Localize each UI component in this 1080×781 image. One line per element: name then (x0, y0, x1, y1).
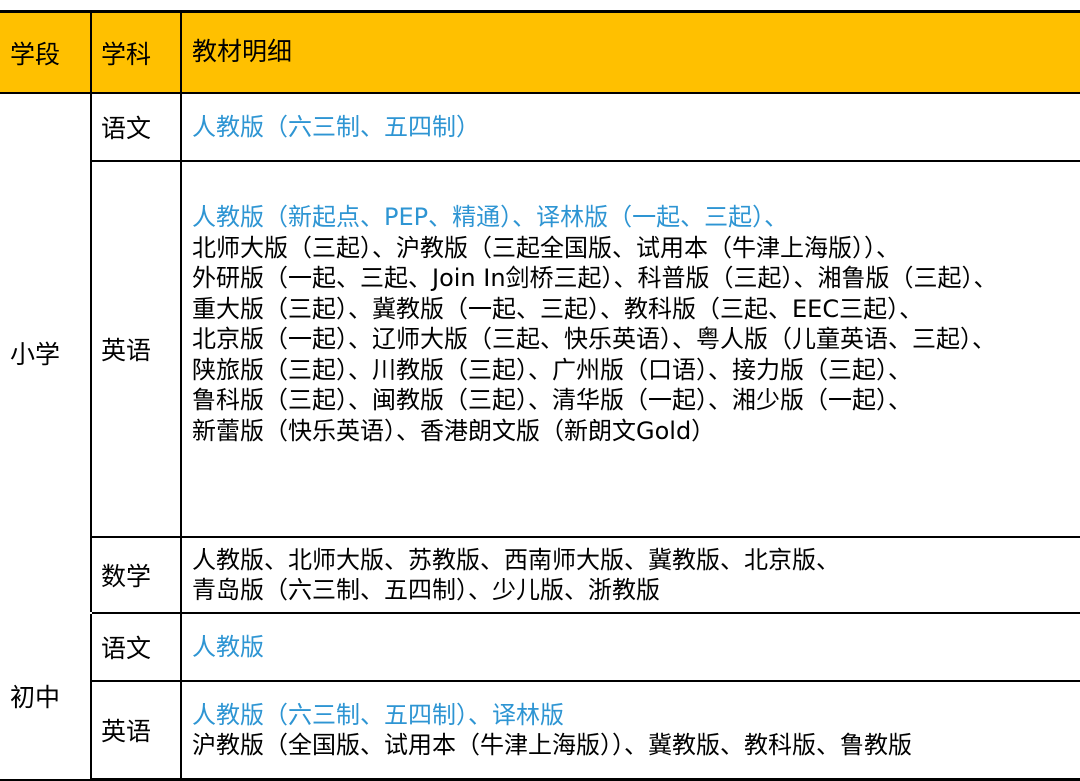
table-row: 小学 语文 人教版（六三制、五四制） (0, 92, 1080, 614)
subject-cell: 数学 (91, 536, 182, 614)
table-row: 英语 人教版（新起点、PEP、精通）、译林版（一起、三起）、 北师大版（三起）、… (0, 160, 1080, 538)
detail-line: 外研版（一起、三起、Join In剑桥三起）、科普版（三起）、湘鲁版（三起）、 (192, 264, 998, 292)
header-row: 学段 学科 教材明细 (0, 10, 1080, 94)
header-details: 教材明细 (180, 10, 1080, 94)
detail-line: 北师大版（三起）、沪教版（三起全国版、试用本（牛津上海版））、 (192, 233, 900, 262)
header-subject: 学科 (90, 10, 182, 94)
details-cell: 人教版（六三制、五四制） (180, 92, 1080, 162)
header-stage: 学段 (0, 10, 92, 94)
subject-cell: 英语 (91, 160, 182, 538)
details-cell: 人教版 (180, 612, 1080, 682)
subject-cell: 语文 (90, 92, 182, 162)
detail-line: 鲁科版（三起）、闽教版（三起）、清华版（一起）、湘少版（一起）、 (192, 386, 912, 414)
detail-line: 新蕾版（快乐英语）、香港朗文版（新朗文Gold） (192, 416, 716, 445)
table-row: 初中 语文 人教版 (0, 612, 1080, 781)
detail-line: 人教版（六三制、五四制） (192, 112, 480, 141)
table-row: 英语 人教版（六三制、五四制）、译林版 沪教版（全国版、试用本（牛津上海版））、… (0, 680, 1080, 781)
detail-line: 人教版、北师大版、苏教版、西南师大版、冀教版、北京版、 (192, 545, 840, 574)
stage-primary: 小学 (0, 92, 92, 614)
details-cell: 人教版、北师大版、苏教版、西南师大版、冀教版、北京版、 青岛版（六三制、五四制）… (180, 536, 1080, 614)
textbook-table: 学段 学科 教材明细 小学 语文 人教版（六三制、五四制） 英语 人教版（新起点… (0, 10, 1080, 781)
details-cell: 人教版（新起点、PEP、精通）、译林版（一起、三起）、 北师大版（三起）、沪教版… (180, 160, 1080, 538)
detail-line: 青岛版（六三制、五四制）、少儿版、浙教版 (192, 576, 660, 604)
detail-line: 沪教版（全国版、试用本（牛津上海版））、冀教版、教科版、鲁教版 (192, 731, 912, 759)
table-row: 数学 人教版、北师大版、苏教版、西南师大版、冀教版、北京版、 青岛版（六三制、五… (0, 536, 1080, 614)
detail-line: 人教版（六三制、五四制）、译林版 (192, 700, 564, 729)
detail-line: 人教版 (192, 632, 264, 661)
detail-line: 北京版（一起）、辽师大版（三起、快乐英语）、粤人版（儿童英语、三起）、 (192, 325, 996, 353)
details-cell: 人教版（六三制、五四制）、译林版 沪教版（全国版、试用本（牛津上海版））、冀教版… (180, 680, 1080, 781)
subject-cell: 英语 (91, 680, 182, 781)
detail-line: 陕旅版（三起）、川教版（三起）、广州版（口语）、接力版（三起）、 (192, 355, 912, 384)
detail-line: 重大版（三起）、冀教版（一起、三起）、教科版（三起、EEC三起）、 (192, 294, 924, 323)
subject-cell: 语文 (90, 612, 182, 682)
detail-line: 人教版（新起点、PEP、精通）、译林版（一起、三起）、 (192, 203, 789, 231)
